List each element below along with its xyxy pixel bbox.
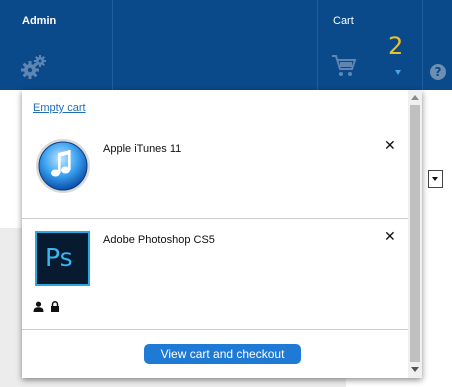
- user-icon: [33, 301, 44, 312]
- cart-item-name: Apple iTunes 11: [103, 143, 182, 155]
- cart-dropdown: Empty cart Apple iTunes 11 ✕ Ps Adobe Ph…: [22, 90, 422, 378]
- nav-divider: [422, 0, 423, 90]
- chevron-down-icon[interactable]: [395, 70, 401, 75]
- scroll-down-arrow-icon[interactable]: [411, 367, 419, 372]
- cart-menu-label[interactable]: Cart: [333, 15, 354, 27]
- nav-divider: [112, 0, 113, 90]
- cart-item: Apple iTunes 11 ✕: [22, 126, 408, 219]
- item-status-icons: [33, 301, 60, 312]
- lock-icon: [51, 301, 59, 312]
- scroll-up-arrow-icon[interactable]: [411, 95, 419, 100]
- empty-cart-link[interactable]: Empty cart: [33, 102, 86, 114]
- gears-icon[interactable]: [20, 54, 48, 85]
- background-select[interactable]: [428, 170, 443, 188]
- cart-count-badge: 2: [388, 32, 404, 60]
- admin-menu-label[interactable]: Admin: [22, 15, 56, 27]
- cart-item: Ps Adobe Photoshop CS5 ✕: [22, 219, 408, 330]
- itunes-logo: [35, 138, 91, 199]
- question-circle-icon[interactable]: ?: [430, 64, 446, 80]
- shopping-cart-icon[interactable]: [331, 54, 357, 83]
- scrollbar-thumb[interactable]: [410, 105, 420, 362]
- dropdown-scrollbar[interactable]: [408, 90, 422, 378]
- remove-item-icon[interactable]: ✕: [384, 229, 396, 245]
- view-cart-checkout-button[interactable]: View cart and checkout: [144, 344, 301, 364]
- photoshop-logo-text: Ps: [45, 243, 73, 272]
- cart-item-name: Adobe Photoshop CS5: [103, 234, 215, 246]
- nav-divider: [317, 0, 318, 90]
- remove-item-icon[interactable]: ✕: [384, 138, 396, 154]
- photoshop-logo: Ps: [35, 231, 90, 286]
- top-nav-bar: Admin Cart 2 ?: [0, 0, 452, 90]
